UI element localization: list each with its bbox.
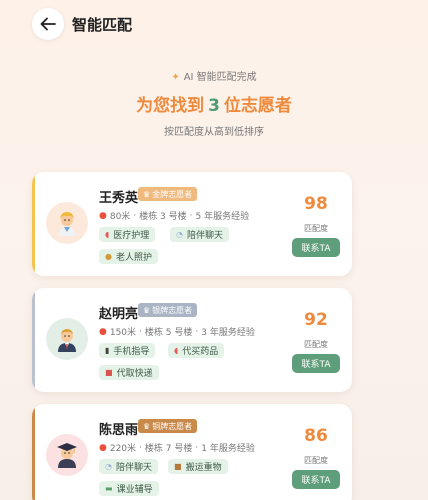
location-pin-icon: ● (99, 210, 107, 221)
rank-strip (32, 288, 35, 392)
avatar (46, 202, 88, 244)
match-score-label: 匹配度 (304, 456, 328, 465)
building: 楼栋 7 号楼 (144, 444, 193, 454)
badge-label: 银牌志愿者 (152, 305, 193, 315)
box-icon: ■ (174, 462, 182, 471)
pill-icon: ◖ (105, 230, 110, 239)
avatar (46, 318, 88, 360)
match-score-label: 匹配度 (304, 340, 328, 349)
experience: 5 年服务经验 (195, 212, 250, 222)
match-score: 92 (304, 310, 328, 330)
elder-icon: ● (105, 252, 112, 261)
skill-tag: ▮ 手机指导 (99, 343, 156, 358)
contact-button[interactable]: 联系TA (292, 470, 340, 489)
rank-strip (32, 404, 35, 500)
book-icon: ▬ (105, 484, 113, 493)
skill-tag: ◔ 陪伴聊天 (170, 227, 229, 242)
volunteer-name: 王秀英 (99, 191, 139, 206)
back-button[interactable] (32, 8, 64, 40)
contact-button[interactable]: 联系TA (292, 354, 340, 373)
building: 楼栋 5 号楼 (144, 328, 193, 338)
result-title-suffix: 位志愿者 (223, 96, 292, 116)
header: 智能匹配 (0, 0, 428, 52)
volunteer-card[interactable]: 陈思雨 ♛ 铜牌志愿者 ● 220米 · 楼栋 7 号楼 · 1 年服务经验 ◔ 陪… (32, 404, 352, 500)
match-score: 86 (304, 426, 328, 446)
phone-icon: ▮ (105, 346, 110, 355)
match-score: 98 (304, 194, 328, 214)
skill-tag: ■ 代取快递 (99, 365, 159, 380)
result-title: 为您找到 3 位志愿者 (0, 91, 428, 116)
package-icon: ■ (105, 368, 113, 377)
skill-tag: ● 老人照护 (99, 249, 158, 264)
businessman-avatar-icon (58, 329, 76, 352)
distance: 80米 (109, 212, 131, 222)
chat-bubble-icon: ◔ (176, 230, 183, 239)
pill-icon: ◖ (174, 346, 179, 355)
contact-button[interactable]: 联系TA (292, 238, 340, 257)
skill-tag: ◔ 陪伴聊天 (99, 459, 158, 474)
ai-status-line: ✦ AI 智能匹配完成 (0, 68, 428, 83)
location-pin-icon: ● (99, 326, 107, 337)
volunteer-name: 赵明亮 (99, 307, 139, 322)
medal-icon: ♛ (143, 189, 151, 199)
distance: 220米 (109, 444, 137, 454)
experience: 3 年服务经验 (201, 328, 255, 338)
result-title-prefix: 为您找到 (136, 96, 205, 116)
skill-tag: ◖ 医疗护理 (99, 227, 156, 242)
nurse-avatar-icon (59, 212, 75, 236)
badge-gold: ♛ 金牌志愿者 (138, 187, 198, 201)
badge-bronze: ♛ 铜牌志愿者 (138, 419, 198, 433)
medal-icon: ♛ (143, 305, 151, 315)
location-pin-icon: ● (99, 442, 107, 453)
volunteer-meta: ● 150米 · 楼栋 5 号楼 · 3 年服务经验 (99, 326, 255, 339)
distance: 150米 (109, 328, 137, 338)
skill-tag: ◖ 代买药品 (168, 343, 225, 358)
page-title: 智能匹配 (72, 16, 133, 34)
match-score-label: 匹配度 (304, 224, 328, 233)
ai-status-text: AI 智能匹配完成 (183, 72, 257, 83)
graduate-avatar-icon (57, 443, 77, 468)
arrow-left-icon (40, 17, 56, 31)
avatar (46, 434, 88, 476)
chat-bubble-icon: ◔ (105, 462, 112, 471)
badge-silver: ♛ 银牌志愿者 (138, 303, 198, 317)
experience: 1 年服务经验 (201, 444, 255, 454)
result-count: 3 (208, 96, 220, 116)
building: 楼栋 3 号楼 (139, 212, 187, 222)
skill-tag: ▬ 课业辅导 (99, 481, 159, 496)
badge-label: 铜牌志愿者 (152, 421, 193, 431)
volunteer-name: 陈思雨 (99, 423, 139, 438)
volunteer-meta: ● 220米 · 楼栋 7 号楼 · 1 年服务经验 (99, 442, 255, 455)
rank-strip (32, 172, 35, 276)
volunteer-card[interactable]: 王秀英 ♛ 金牌志愿者 ● 80米 · 楼栋 3 号楼 · 5 年服务经验 ◖ 医疗… (32, 172, 352, 276)
volunteer-card[interactable]: 赵明亮 ♛ 银牌志愿者 ● 150米 · 楼栋 5 号楼 · 3 年服务经验 ▮ 手… (32, 288, 352, 392)
volunteer-meta: ● 80米 · 楼栋 3 号楼 · 5 年服务经验 (99, 210, 250, 223)
sort-note: 按匹配度从高到低排序 (164, 127, 264, 138)
sparkle-icon: ✦ (171, 72, 180, 83)
medal-icon: ♛ (143, 421, 151, 431)
badge-label: 金牌志愿者 (152, 189, 193, 199)
skill-tag: ■ 搬运重物 (168, 459, 228, 474)
